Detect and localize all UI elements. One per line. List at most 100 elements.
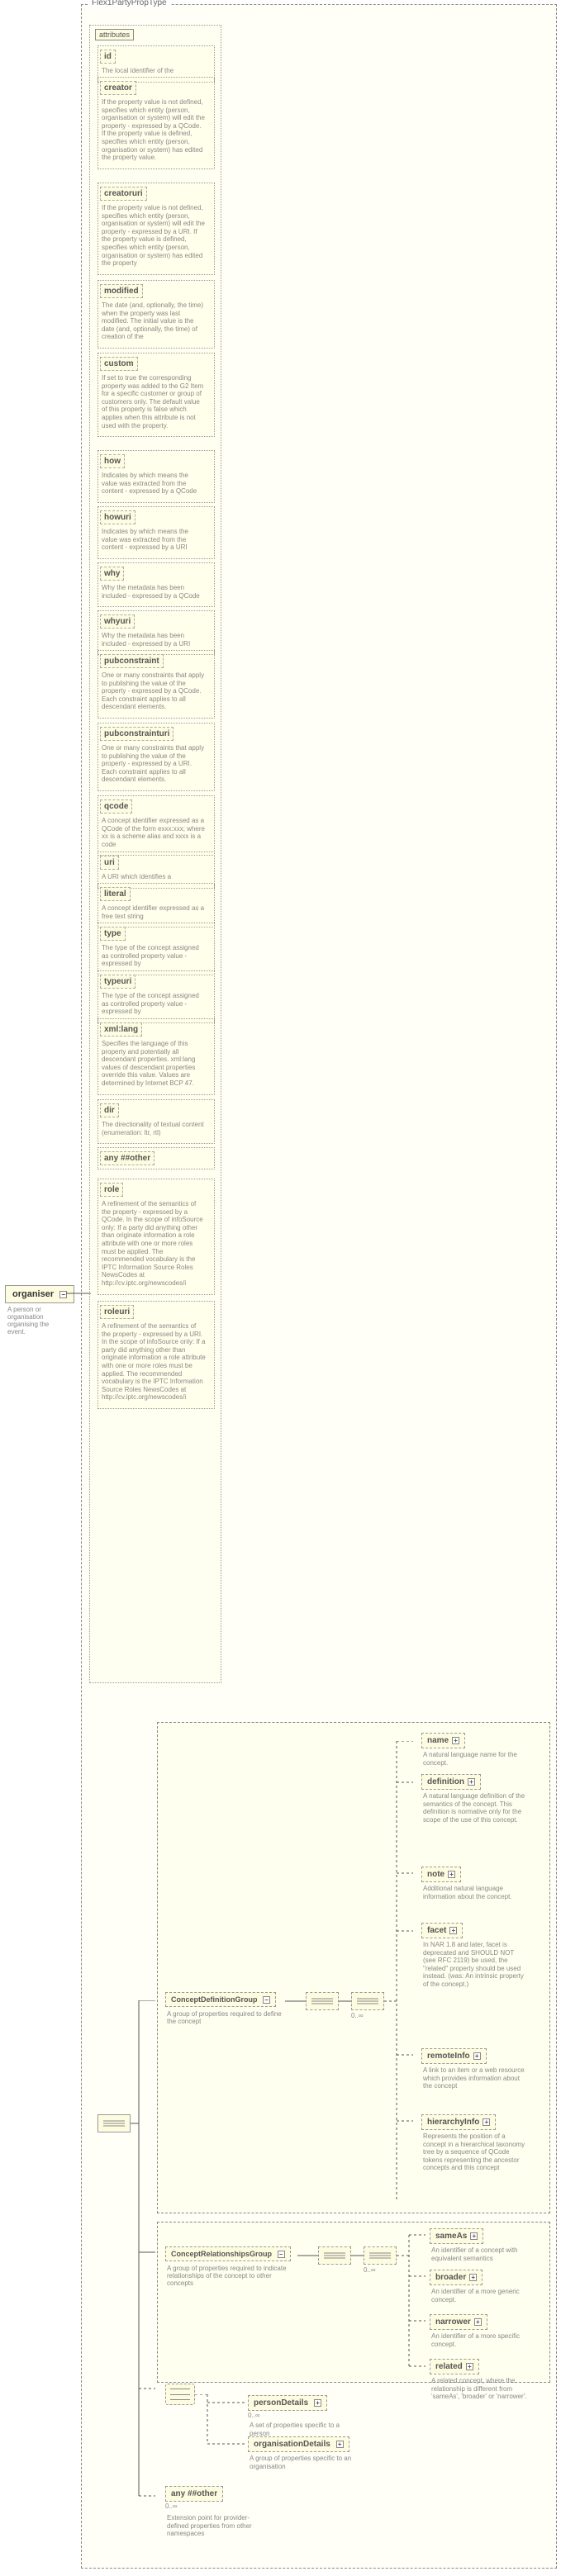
attr-desc: The type of the concept assigned as cont… <box>100 990 207 1021</box>
attr-label: roleuri <box>100 1305 134 1319</box>
attr-dir: dirThe directionality of textual content… <box>97 1099 215 1144</box>
attr-label: qcode <box>100 799 132 814</box>
attr-label: pubconstraint <box>100 654 164 668</box>
any-other-card: 0..∞ <box>165 2502 178 2510</box>
child-label: sameAs <box>435 2232 467 2241</box>
child-label: related <box>435 2362 463 2371</box>
attr-creator: creator If the property value is not defi… <box>97 77 215 169</box>
crg-child-sameAs: sameAs+ <box>430 2228 483 2244</box>
attributes-header-label: attributes <box>99 31 130 39</box>
attr-howuri: howuriIndicates by which means the value… <box>97 506 215 559</box>
attr-pubconstraint: pubconstraint One or many constraints tha… <box>97 650 215 719</box>
attr-label: any ##other <box>100 1151 155 1165</box>
attr-label: custom <box>100 357 138 371</box>
attr-modified: modified The date (and, optionally, the t… <box>97 280 215 349</box>
any-other-desc: Extension point for provider-defined pro… <box>165 2512 273 2540</box>
any-other-label: any ##other <box>171 2489 217 2498</box>
child-desc: An identifier of a more generic concept. <box>430 2286 537 2305</box>
attr-label: why <box>100 567 124 581</box>
plus-icon: + <box>483 2118 490 2126</box>
attr-pubconstrainturi: pubconstrainturiOne or many constraints … <box>97 723 215 791</box>
attr-desc: If set to true the corresponding propert… <box>100 372 207 434</box>
cdg-desc: A group of properties required to define… <box>165 2009 289 2027</box>
attr-desc: The date (and, optionally, the time) whe… <box>100 300 207 346</box>
attr-label: modified <box>100 284 143 298</box>
attr-desc: A refinement of the semantics of the pro… <box>100 1198 207 1293</box>
attr-type: typeThe type of the concept assigned as … <box>97 923 215 975</box>
plus-icon: + <box>448 1871 455 1878</box>
child-label: hierarchyInfo <box>427 2118 479 2127</box>
attr-label: type <box>100 927 126 941</box>
attr-desc: One or many constraints that apply to pu… <box>100 670 207 716</box>
org-details: organisationDetails + <box>248 2436 349 2452</box>
crg-card: 0..∞ <box>364 2266 376 2274</box>
plus-icon: + <box>474 2318 482 2326</box>
attr-label: xml:lang <box>100 1022 142 1037</box>
attr-desc: A refinement of the semantics of the pro… <box>100 1321 207 1407</box>
attr-roleuri: roleuri A refinement of the semantics of … <box>97 1301 215 1409</box>
plus-icon: + <box>466 2363 473 2370</box>
attr-any ##other: any ##other <box>97 1147 215 1169</box>
plus-icon: + <box>473 2052 481 2060</box>
attr-label: uri <box>100 856 119 870</box>
any-other: any ##other <box>165 2486 223 2502</box>
child-label: name <box>427 1736 449 1745</box>
attr-label: typeuri <box>100 975 135 989</box>
crg-child-related: related+ <box>430 2359 479 2374</box>
org-details-label: organisationDetails <box>254 2440 330 2449</box>
plus-icon: + <box>469 2274 477 2281</box>
attr-label: id <box>100 50 116 64</box>
minus-icon: − <box>278 2251 285 2258</box>
child-label: definition <box>427 1777 464 1786</box>
child-desc: A natural language name for the concept. <box>421 1749 529 1768</box>
crg-child-broader: broader+ <box>430 2270 483 2285</box>
attr-desc: If the property value is not defined, sp… <box>100 202 207 273</box>
cdg-node: ConceptDefinitionGroup − <box>165 1992 276 2007</box>
attr-label: literal <box>100 887 131 901</box>
attr-desc: One or many constraints that apply to pu… <box>100 742 207 789</box>
child-desc: A natural language definition of the sem… <box>421 1791 529 1825</box>
attr-xml:lang: xml:langSpecifies the language of this p… <box>97 1018 215 1095</box>
cdg-child-name: name+ <box>421 1733 465 1748</box>
attr-custom: customIf set to true the corresponding p… <box>97 353 215 437</box>
person-card: 0..∞ <box>248 2412 260 2419</box>
child-label: remoteInfo <box>427 2052 470 2061</box>
attr-label: dir <box>100 1103 119 1117</box>
attr-label: pubconstrainturi <box>100 727 174 741</box>
choice-box <box>165 2384 195 2405</box>
org-desc: A group of properties specific to an org… <box>248 2453 355 2472</box>
attributes-header: attributes <box>95 29 134 40</box>
cdg-child-note: note+ <box>421 1867 461 1882</box>
attr-desc: Specifies the language of this property … <box>100 1038 207 1093</box>
plus-icon: + <box>470 2232 478 2240</box>
plus-icon: + <box>336 2441 344 2448</box>
attr-how: howIndicates by which means the value wa… <box>97 450 215 503</box>
person-details: personDetails + <box>248 2395 327 2411</box>
cdg-seq2 <box>351 1992 384 2010</box>
crg-seq2 <box>364 2246 397 2265</box>
attr-desc: The type of the concept assigned as cont… <box>100 942 207 973</box>
cdg-seq <box>306 1992 339 2010</box>
child-desc: An identifier of a more specific concept… <box>430 2331 537 2350</box>
plus-icon: + <box>449 1927 457 1934</box>
outer-group-title: Flex1PartyPropType <box>88 0 170 7</box>
child-label: note <box>427 1870 445 1879</box>
attr-creatoruri: creatoruriIf the property value is not d… <box>97 183 215 275</box>
cdg-card: 0..∞ <box>351 2012 364 2019</box>
minus-icon: − <box>59 1291 67 1298</box>
child-desc: An identifier of a concept with equivale… <box>430 2245 537 2264</box>
attr-role: roleA refinement of the semantics of the… <box>97 1179 215 1295</box>
attr-qcode: qcodeA concept identifier expressed as a… <box>97 795 215 856</box>
plus-icon: + <box>468 1778 475 1786</box>
crg-desc: A group of properties required to indica… <box>165 2263 289 2289</box>
child-label: facet <box>427 1926 446 1935</box>
attr-label: creator <box>100 81 136 95</box>
organiser-root: organiser − <box>5 1285 74 1303</box>
cdg-child-hierarchyInfo: hierarchyInfo + <box>421 2114 496 2130</box>
attr-whyuri: whyuriWhy the metadata has been included… <box>97 610 215 655</box>
attr-label: role <box>100 1183 123 1197</box>
plus-icon: + <box>314 2399 321 2407</box>
attr-label: howuri <box>100 510 135 524</box>
attr-desc: If the property value is not defined, sp… <box>100 97 207 167</box>
crg-label: ConceptRelationshipsGroup <box>171 2250 272 2258</box>
